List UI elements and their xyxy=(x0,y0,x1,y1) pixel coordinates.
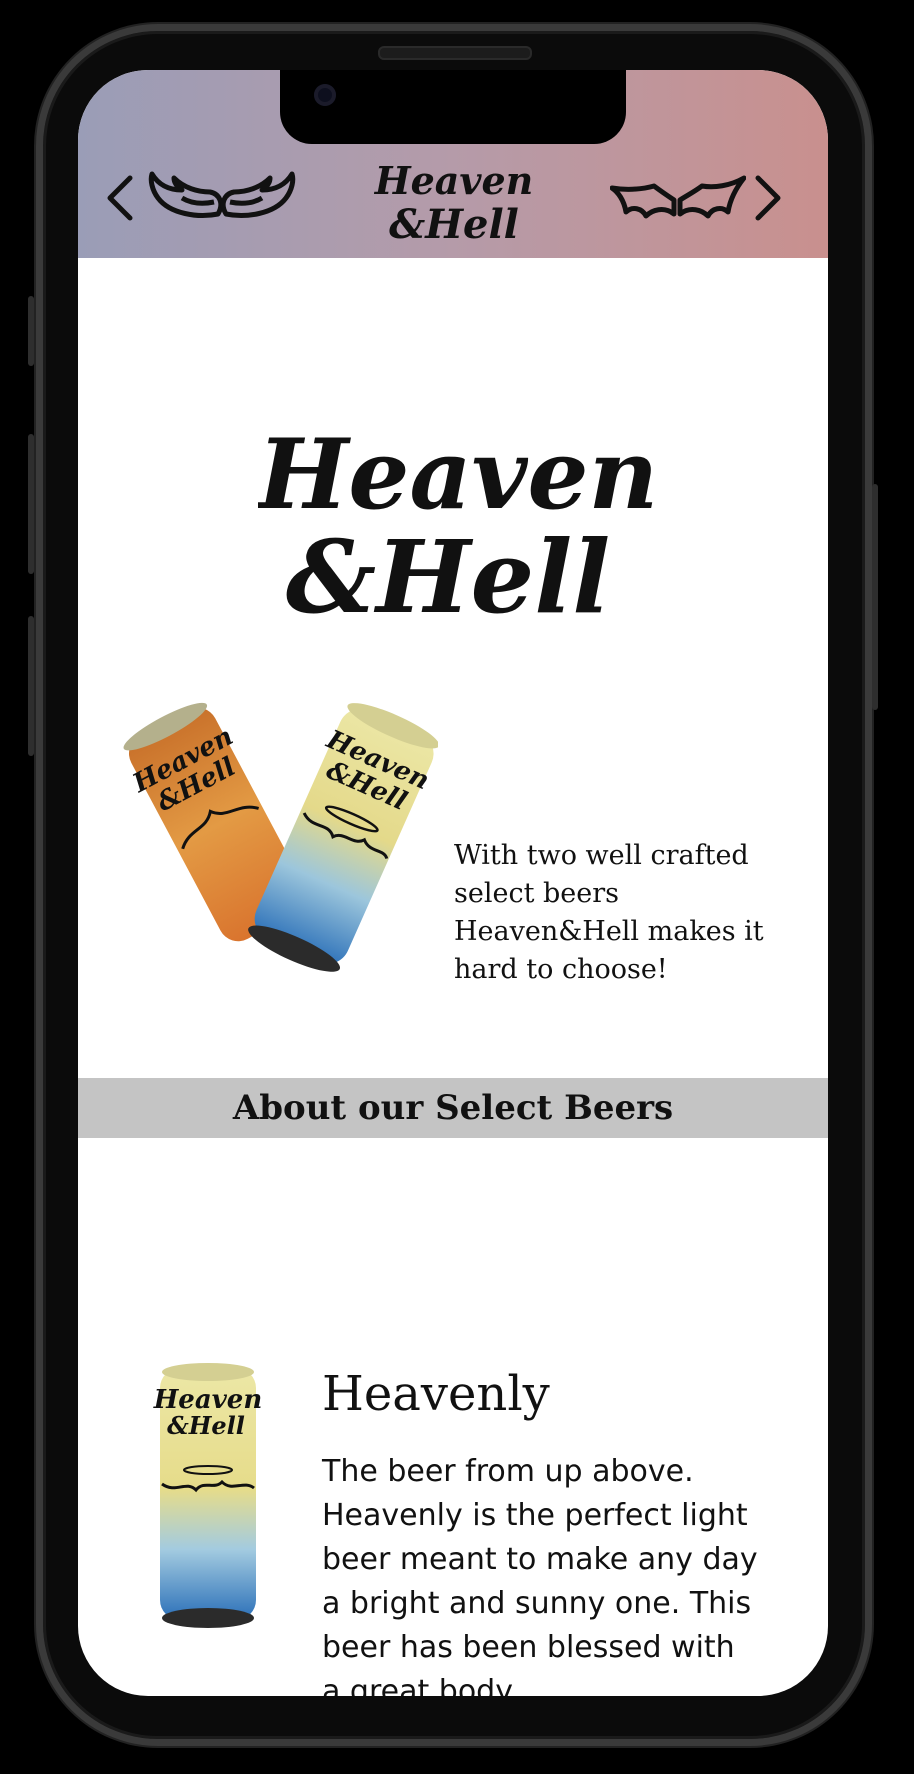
heavenly-can-image: Heaven &Hell xyxy=(153,1363,262,1628)
svg-text:Heaven: Heaven xyxy=(258,418,658,531)
volume-up-button xyxy=(28,434,34,574)
chevron-right-icon[interactable] xyxy=(748,168,788,228)
power-button xyxy=(872,484,878,710)
front-camera-icon xyxy=(314,84,336,106)
svg-text:Heaven: Heaven xyxy=(374,158,533,203)
product-description: The beer from up above. Heavenly is the … xyxy=(322,1454,758,1696)
section-banner: About our Select Beers xyxy=(78,1078,828,1138)
beer-cans-image: Heaven &Hell Heaven &Hell xyxy=(123,702,438,972)
intro-text: With two well crafted select beers Heave… xyxy=(454,840,764,985)
svg-text:&Hell: &Hell xyxy=(167,1411,245,1440)
silent-switch xyxy=(28,296,34,366)
notch xyxy=(280,70,626,144)
section-title: About our Select Beers xyxy=(232,1088,674,1128)
screen: Heaven &Hell Heaven &Hell Heaven &Hell H… xyxy=(78,70,828,1696)
product-title: Heavenly xyxy=(322,1366,550,1422)
volume-down-button xyxy=(28,616,34,756)
svg-text:&Hell: &Hell xyxy=(286,518,610,636)
brand-logo-hero: Heaven &Hell xyxy=(258,418,658,636)
svg-text:&Hell: &Hell xyxy=(389,201,519,248)
brand-logo-small[interactable]: Heaven &Hell xyxy=(374,152,534,248)
chevron-left-icon[interactable] xyxy=(100,168,140,228)
angel-wings-icon xyxy=(148,171,296,218)
speaker-grille xyxy=(378,46,532,60)
bat-wings-icon xyxy=(610,175,746,219)
